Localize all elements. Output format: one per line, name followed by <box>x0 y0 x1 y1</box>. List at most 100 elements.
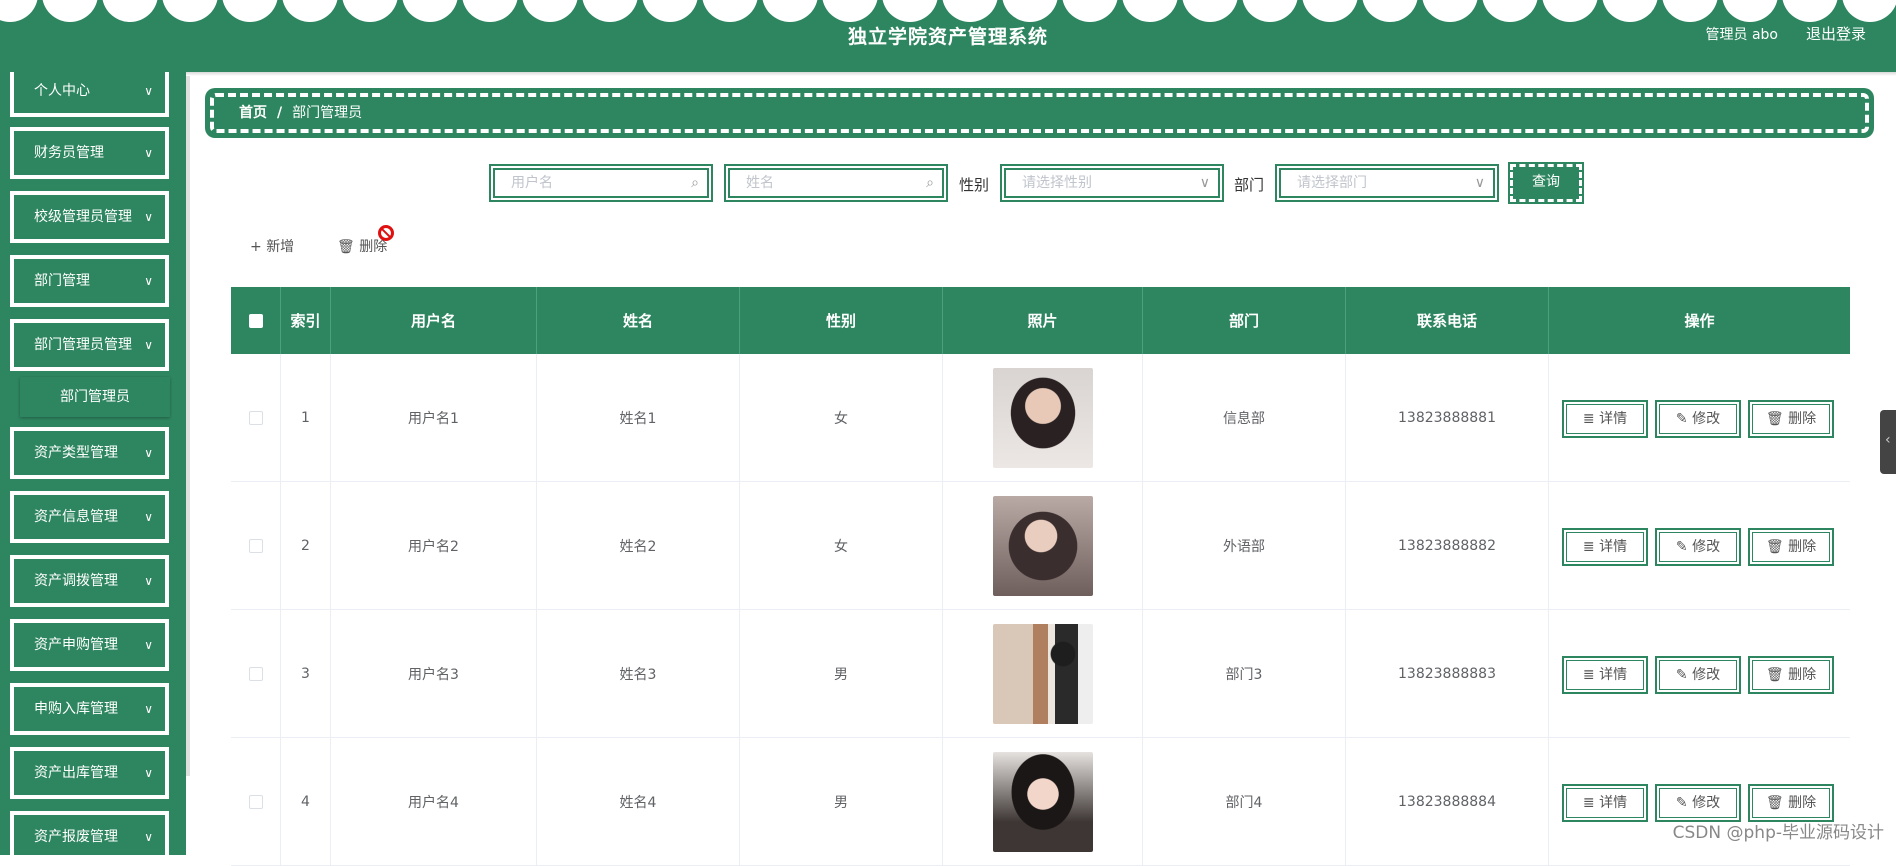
trash-icon: 🗑︎ <box>1766 795 1788 811</box>
row-checkbox[interactable] <box>249 411 263 425</box>
trash-icon: 🗑︎ <box>1766 667 1788 683</box>
cell-index: 4 <box>281 738 331 866</box>
row-checkbox[interactable] <box>249 795 263 809</box>
gender-select[interactable]: 请选择性别 ∨ <box>1000 164 1224 202</box>
trash-icon: 🗑︎ <box>1766 411 1788 427</box>
edit-button-label: 修改 <box>1692 411 1720 427</box>
name-search-input[interactable]: 姓名 ⌕ <box>728 168 944 198</box>
sidebar: 个人中心 ∨ 财务员管理 ∨ 校级管理员管理 ∨ 部门管理 ∨ 部门管理员管理 … <box>0 72 186 855</box>
edit-button[interactable]: ✎ 修改 <box>1655 656 1741 694</box>
sidebar-item-asset-scrap-manage[interactable]: 资产报废管理 ∨ <box>10 811 169 855</box>
batch-delete-button[interactable]: 🗑︎ 删除 <box>337 236 387 256</box>
detail-button[interactable]: ≣ 详情 <box>1562 400 1648 438</box>
cell-phone: 13823888884 <box>1346 738 1549 866</box>
detail-button[interactable]: ≣ 详情 <box>1562 656 1648 694</box>
header-shadow <box>0 72 1896 76</box>
cell-phone: 13823888881 <box>1346 354 1549 482</box>
chevron-down-icon: ∨ <box>1200 170 1210 196</box>
edit-button-label: 修改 <box>1692 667 1720 683</box>
chevron-down-icon: ∨ <box>144 751 153 795</box>
cell-gender: 男 <box>740 738 943 866</box>
cell-photo <box>943 610 1143 738</box>
sidebar-item-dept-manage[interactable]: 部门管理 ∨ <box>10 255 169 307</box>
row-checkbox[interactable] <box>249 539 263 553</box>
edit-button[interactable]: ✎ 修改 <box>1655 528 1741 566</box>
scallop-decoration <box>0 0 1896 24</box>
watermark: CSDN @php-毕业源码设计 <box>1673 818 1884 843</box>
current-user-label: 管理员 abo <box>1706 24 1778 44</box>
header-username: 用户名 <box>331 287 537 354</box>
cell-username: 用户名4 <box>331 738 537 866</box>
dept-select-inner[interactable]: 请选择部门 ∨ <box>1279 168 1495 198</box>
header-photo: 照片 <box>943 287 1143 354</box>
username-search-field[interactable]: 用户名 ⌕ <box>489 164 713 202</box>
cell-username: 用户名2 <box>331 482 537 610</box>
delete-button[interactable]: 🗑︎ 删除 <box>1748 400 1834 438</box>
detail-button-inner: ≣ 详情 <box>1566 532 1644 562</box>
detail-button[interactable]: ≣ 详情 <box>1562 784 1648 822</box>
chevron-down-icon: ∨ <box>1475 170 1485 196</box>
delete-button[interactable]: 🗑︎ 删除 <box>1748 784 1834 822</box>
sidebar-item-label: 校级管理员管理 <box>34 209 132 225</box>
collapse-handle[interactable] <box>1880 410 1896 474</box>
sidebar-item-label: 资产信息管理 <box>34 509 118 525</box>
query-button[interactable]: 查询 <box>1510 164 1582 202</box>
edit-button-label: 修改 <box>1692 539 1720 555</box>
header-gender: 性别 <box>740 287 943 354</box>
chevron-down-icon: ∨ <box>144 687 153 731</box>
logout-link[interactable]: 退出登录 <box>1806 23 1866 44</box>
sidebar-item-asset-stockout-manage[interactable]: 资产出库管理 ∨ <box>10 747 169 799</box>
chevron-down-icon: ∨ <box>144 259 153 303</box>
sidebar-item-asset-purchase-manage[interactable]: 资产申购管理 ∨ <box>10 619 169 671</box>
cell-ops: ≣ 详情✎ 修改 🗑︎ 删除 <box>1549 738 1850 866</box>
detail-button-label: 详情 <box>1599 411 1627 427</box>
select-all-cell <box>231 287 281 354</box>
sidebar-item-purchase-stockin-manage[interactable]: 申购入库管理 ∨ <box>10 683 169 735</box>
sidebar-item-label: 部门管理 <box>34 273 90 289</box>
username-placeholder: 用户名 <box>511 175 553 191</box>
sidebar-item-asset-transfer-manage[interactable]: 资产调拨管理 ∨ <box>10 555 169 607</box>
edit-button[interactable]: ✎ 修改 <box>1655 400 1741 438</box>
breadcrumb-separator: / <box>277 105 282 121</box>
sidebar-item-label: 财务员管理 <box>34 145 104 161</box>
sidebar-item-asset-type-manage[interactable]: 资产类型管理 ∨ <box>10 427 169 479</box>
row-checkbox-cell <box>231 354 281 482</box>
delete-button-inner: 🗑︎ 删除 <box>1752 660 1830 690</box>
delete-button-label: 删除 <box>1788 667 1816 683</box>
name-search-field[interactable]: 姓名 ⌕ <box>724 164 948 202</box>
select-all-checkbox[interactable] <box>249 314 263 328</box>
username-search-input[interactable]: 用户名 ⌕ <box>493 168 709 198</box>
row-checkbox-cell <box>231 482 281 610</box>
gender-label: 性别 <box>959 174 989 195</box>
detail-button[interactable]: ≣ 详情 <box>1562 528 1648 566</box>
sidebar-item-label: 资产类型管理 <box>34 445 118 461</box>
dept-select[interactable]: 请选择部门 ∨ <box>1275 164 1499 202</box>
trash-icon: 🗑︎ <box>337 239 355 255</box>
gender-placeholder: 请选择性别 <box>1022 175 1092 191</box>
row-checkbox[interactable] <box>249 667 263 681</box>
row-checkbox-cell <box>231 610 281 738</box>
cell-phone: 13823888882 <box>1346 482 1549 610</box>
add-button[interactable]: + 新增 <box>250 236 294 256</box>
gender-select-inner[interactable]: 请选择性别 ∨ <box>1004 168 1220 198</box>
delete-button-inner: 🗑︎ 删除 <box>1752 788 1830 818</box>
sidebar-item-label: 资产报废管理 <box>34 829 118 845</box>
edit-button[interactable]: ✎ 修改 <box>1655 784 1741 822</box>
sidebar-subitem-dept-admin[interactable]: 部门管理员 <box>20 377 170 417</box>
sidebar-item-personal-center[interactable]: 个人中心 ∨ <box>10 72 169 117</box>
breadcrumb-home[interactable]: 首页 <box>239 105 267 121</box>
sidebar-item-dept-admin-manage[interactable]: 部门管理员管理 ∨ <box>10 319 169 371</box>
cell-name: 姓名1 <box>537 354 740 482</box>
delete-button[interactable]: 🗑︎ 删除 <box>1748 528 1834 566</box>
document-icon: ≣ <box>1583 795 1599 811</box>
sidebar-item-finance-manage[interactable]: 财务员管理 ∨ <box>10 127 169 179</box>
sidebar-item-label: 资产出库管理 <box>34 765 118 781</box>
cell-phone: 13823888883 <box>1346 610 1549 738</box>
delete-button[interactable]: 🗑︎ 删除 <box>1748 656 1834 694</box>
sidebar-item-asset-info-manage[interactable]: 资产信息管理 ∨ <box>10 491 169 543</box>
add-label: 新增 <box>266 239 294 255</box>
user-photo <box>993 368 1093 468</box>
sidebar-item-school-admin-manage[interactable]: 校级管理员管理 ∨ <box>10 191 169 243</box>
user-photo <box>993 496 1093 596</box>
delete-button-label: 删除 <box>1788 411 1816 427</box>
